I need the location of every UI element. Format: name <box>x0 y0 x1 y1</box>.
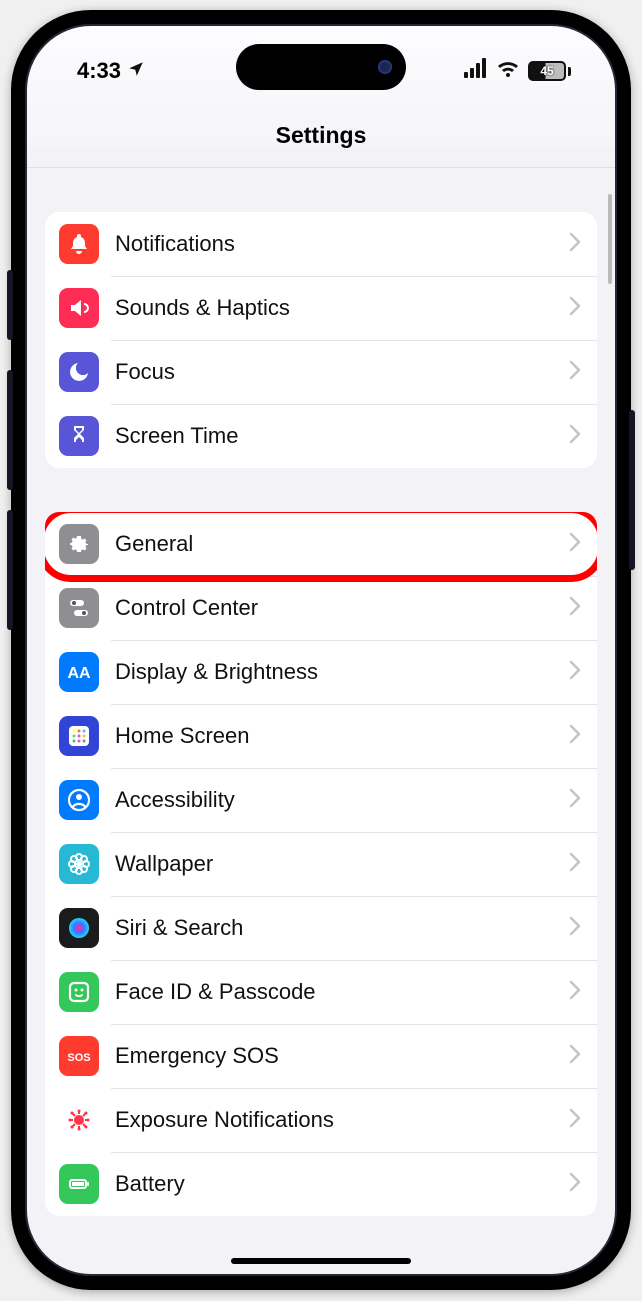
settings-group: Notifications Sounds & Haptics Focus Screen… <box>45 212 597 468</box>
settings-list[interactable]: Notifications Sounds & Haptics Focus Screen… <box>27 212 615 1216</box>
text-size-icon <box>59 652 99 692</box>
settings-row-control-center[interactable]: Control Center <box>45 576 597 640</box>
settings-row-general[interactable]: General <box>45 512 597 576</box>
person-circle-icon <box>59 780 99 820</box>
settings-row-siri[interactable]: Siri & Search <box>45 896 597 960</box>
chevron-right-icon <box>569 596 581 621</box>
settings-row-home-screen[interactable]: Home Screen <box>45 704 597 768</box>
chevron-right-icon <box>569 232 581 257</box>
settings-group: General Control Center Display & Brightnes… <box>45 512 597 1216</box>
row-label: Accessibility <box>115 787 569 813</box>
gear-icon <box>59 524 99 564</box>
phone-frame: 4:33 45 Settings Notific <box>11 10 631 1290</box>
settings-row-faceid[interactable]: Face ID & Passcode <box>45 960 597 1024</box>
sos-icon <box>59 1036 99 1076</box>
siri-icon <box>59 908 99 948</box>
wifi-icon <box>496 58 520 84</box>
row-label: General <box>115 531 569 557</box>
settings-row-display[interactable]: Display & Brightness <box>45 640 597 704</box>
row-label: Face ID & Passcode <box>115 979 569 1005</box>
virus-icon <box>59 1100 99 1140</box>
grid-icon <box>59 716 99 756</box>
row-label: Battery <box>115 1171 569 1197</box>
scroll-indicator[interactable] <box>608 194 612 284</box>
chevron-right-icon <box>569 660 581 685</box>
screen: 4:33 45 Settings Notific <box>25 24 617 1276</box>
row-label: Exposure Notifications <box>115 1107 569 1133</box>
row-label: Siri & Search <box>115 915 569 941</box>
settings-row-focus[interactable]: Focus <box>45 340 597 404</box>
row-label: Sounds & Haptics <box>115 295 569 321</box>
settings-row-exposure[interactable]: Exposure Notifications <box>45 1088 597 1152</box>
face-id-icon <box>59 972 99 1012</box>
status-time: 4:33 <box>77 58 121 84</box>
chevron-right-icon <box>569 1172 581 1197</box>
switches-icon <box>59 588 99 628</box>
page-title: Settings <box>27 96 615 168</box>
chevron-right-icon <box>569 852 581 877</box>
bell-icon <box>59 224 99 264</box>
dynamic-island <box>236 44 406 90</box>
settings-row-sos[interactable]: Emergency SOS <box>45 1024 597 1088</box>
chevron-right-icon <box>569 916 581 941</box>
chevron-right-icon <box>569 788 581 813</box>
camera-icon <box>378 60 392 74</box>
settings-row-sounds[interactable]: Sounds & Haptics <box>45 276 597 340</box>
chevron-right-icon <box>569 532 581 557</box>
cellular-signal-icon <box>464 58 488 84</box>
row-label: Emergency SOS <box>115 1043 569 1069</box>
hourglass-icon <box>59 416 99 456</box>
chevron-right-icon <box>569 980 581 1005</box>
row-label: Control Center <box>115 595 569 621</box>
settings-row-notifications[interactable]: Notifications <box>45 212 597 276</box>
location-arrow-icon <box>127 58 145 84</box>
settings-row-wallpaper[interactable]: Wallpaper <box>45 832 597 896</box>
row-label: Home Screen <box>115 723 569 749</box>
chevron-right-icon <box>569 1108 581 1133</box>
settings-row-battery[interactable]: Battery <box>45 1152 597 1216</box>
row-label: Screen Time <box>115 423 569 449</box>
row-label: Focus <box>115 359 569 385</box>
chevron-right-icon <box>569 296 581 321</box>
row-label: Wallpaper <box>115 851 569 877</box>
flower-icon <box>59 844 99 884</box>
chevron-right-icon <box>569 424 581 449</box>
speaker-icon <box>59 288 99 328</box>
chevron-right-icon <box>569 724 581 749</box>
chevron-right-icon <box>569 1044 581 1069</box>
battery-icon <box>59 1164 99 1204</box>
chevron-right-icon <box>569 360 581 385</box>
moon-icon <box>59 352 99 392</box>
home-indicator[interactable] <box>231 1258 411 1264</box>
settings-row-accessibility[interactable]: Accessibility <box>45 768 597 832</box>
row-label: Notifications <box>115 231 569 257</box>
row-label: Display & Brightness <box>115 659 569 685</box>
settings-row-screen-time[interactable]: Screen Time <box>45 404 597 468</box>
battery-indicator: 45 <box>528 61 571 81</box>
